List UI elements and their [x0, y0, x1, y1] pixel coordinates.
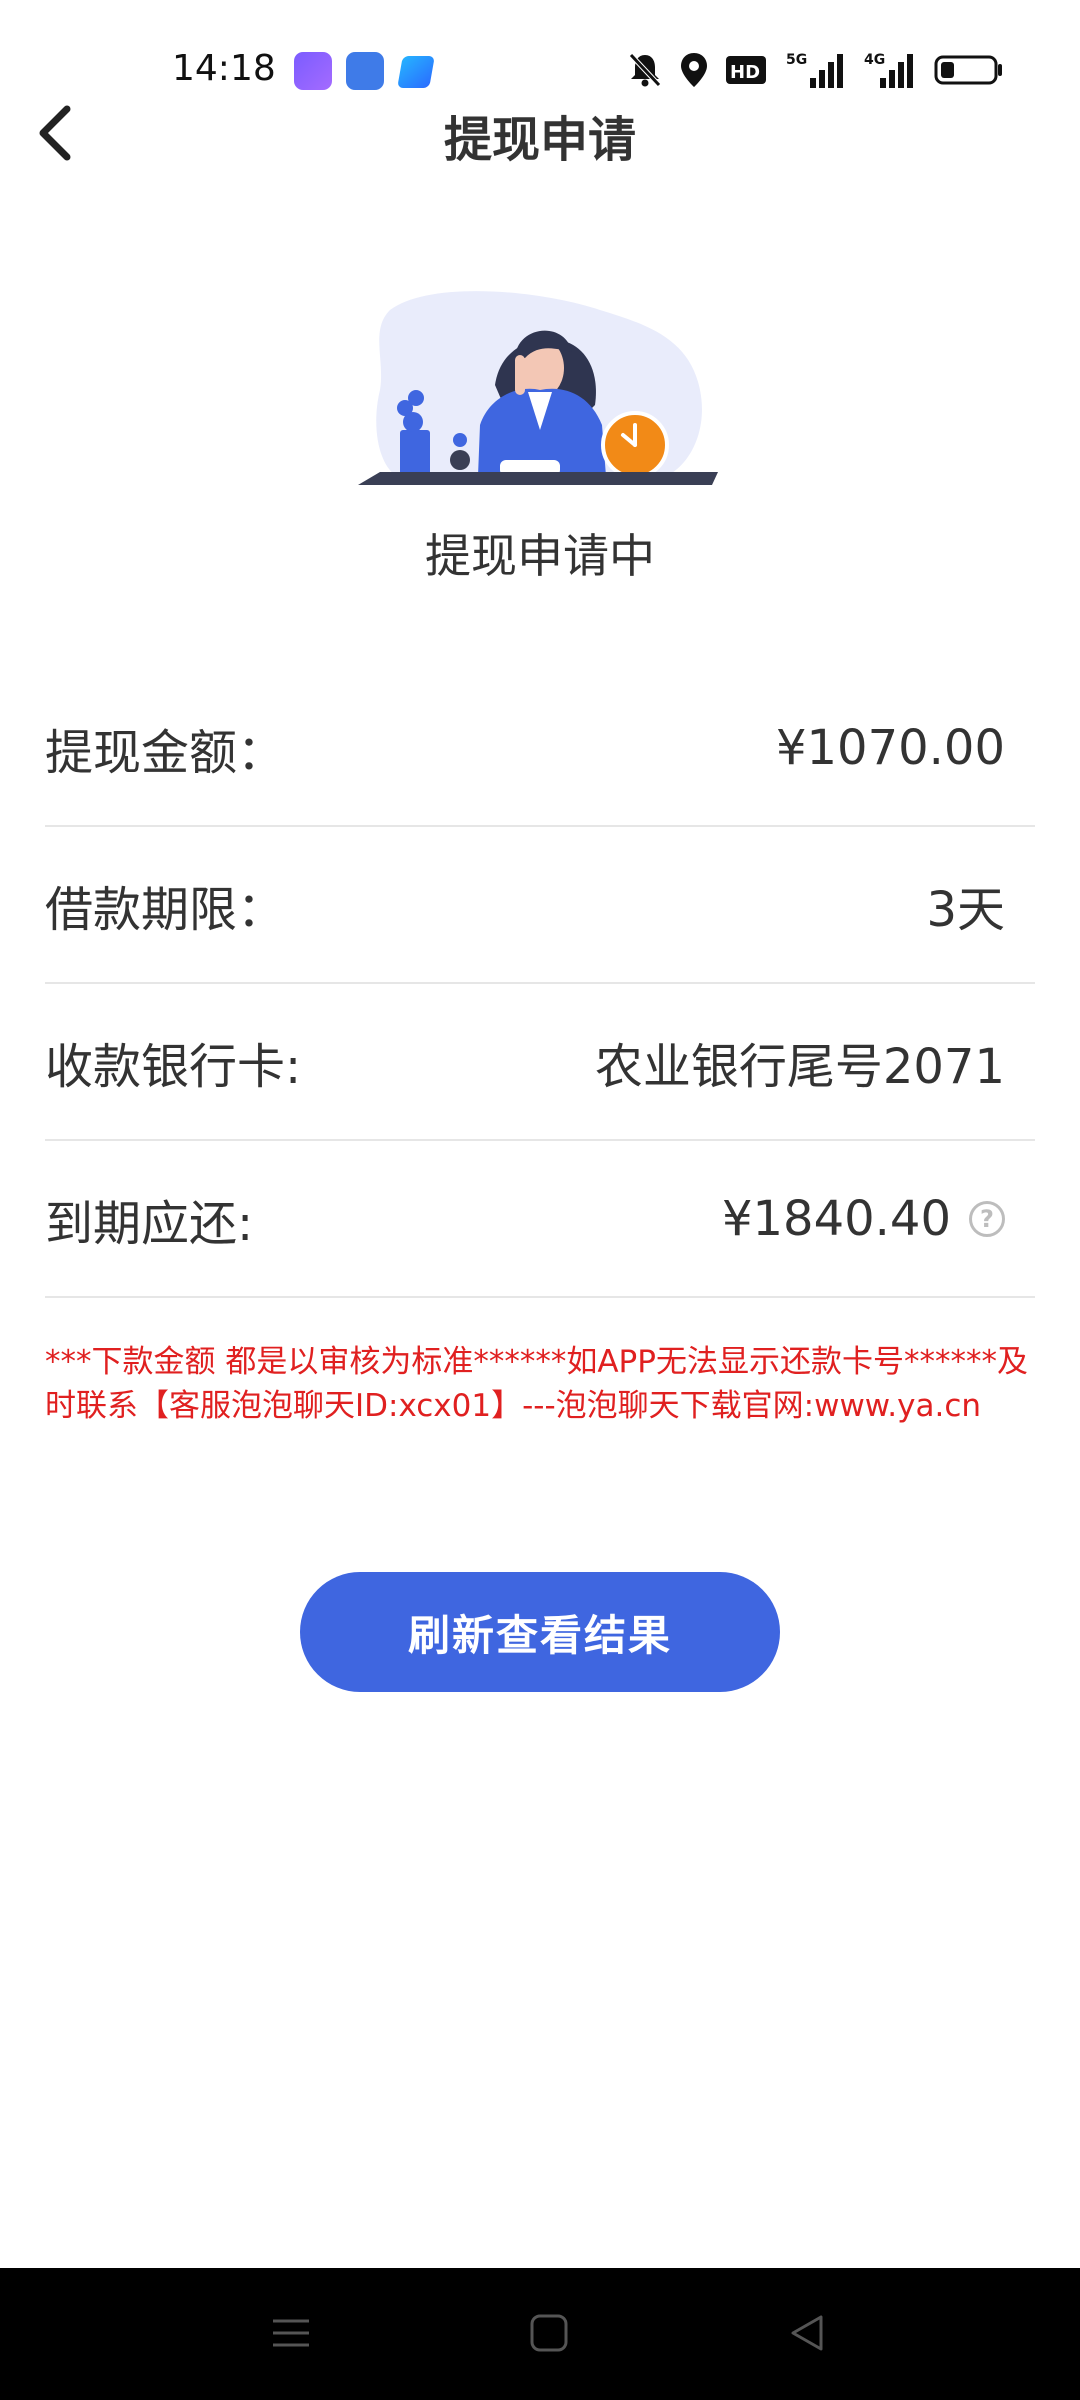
signal-5g-icon: 5G	[786, 50, 846, 90]
row-label: 提现金额：	[45, 724, 286, 781]
term-value: 3天	[926, 881, 1005, 938]
home-square-icon	[530, 2314, 568, 2352]
status-time: 14:18	[172, 48, 276, 89]
status-icons: HD 5G 4G	[628, 50, 1004, 90]
battery-icon	[934, 50, 1004, 90]
app-notification-icon	[294, 52, 332, 90]
row-label: 借款期限：	[45, 881, 286, 938]
detail-row-repayment: 到期应还: ¥1840.40 ?	[45, 1141, 1035, 1298]
svg-text:4G: 4G	[864, 52, 885, 68]
help-icon[interactable]: ?	[969, 1200, 1005, 1237]
bank-card-value: 农业银行尾号2071	[594, 1038, 1005, 1095]
status-bar: 14:18 HD 5G 4G	[0, 0, 1080, 100]
svg-text:HD: HD	[730, 62, 760, 83]
signal-4g-icon: 4G	[864, 50, 916, 90]
row-value: 3天	[926, 870, 1005, 940]
status-title: 提现申请中	[425, 529, 655, 583]
page-title: 提现申请	[443, 112, 636, 168]
notice-text: ***下款金额 都是以审核为标准******如APP无法显示还款卡号******…	[45, 1344, 1028, 1424]
chat-app-icon	[346, 52, 384, 90]
pending-illustration	[350, 280, 730, 500]
detail-row-term: 借款期限： 3天	[45, 827, 1035, 984]
detail-row-amount: 提现金额： ¥1070.00	[45, 670, 1035, 827]
menu-icon	[273, 2319, 309, 2347]
app-notification-icon-2	[397, 56, 435, 88]
hd-icon: HD	[726, 50, 768, 90]
nav-header: 提现申请	[0, 90, 1080, 180]
screen: 14:18 HD 5G 4G 提现申请 提现申请中 提现金额： ¥1070.00…	[0, 0, 1080, 2400]
menu-button[interactable]	[256, 2298, 326, 2368]
home-button[interactable]	[514, 2298, 584, 2368]
location-icon	[680, 50, 708, 90]
refresh-result-button[interactable]: 刷新查看结果	[300, 1572, 780, 1692]
repayment-value: ¥1840.40	[721, 1190, 951, 1247]
row-label: 收款银行卡:	[45, 1038, 302, 1095]
detail-list: 提现金额： ¥1070.00 借款期限： 3天 收款银行卡: 农业银行尾号207…	[45, 670, 1035, 1298]
detail-row-bank-card: 收款银行卡: 农业银行尾号2071	[45, 984, 1035, 1141]
row-value: ¥1840.40 ?	[722, 1191, 1005, 1247]
amount-value: ¥1070.00	[775, 719, 1005, 776]
row-value: ¥1070.00	[776, 720, 1005, 776]
system-nav-bar	[0, 2268, 1080, 2400]
row-value: 农业银行尾号2071	[595, 1027, 1005, 1097]
row-label: 到期应还:	[45, 1195, 254, 1252]
svg-text:5G: 5G	[786, 52, 807, 68]
mute-bell-icon	[628, 50, 662, 90]
back-triangle-icon	[791, 2315, 823, 2351]
back-nav-button[interactable]	[772, 2298, 842, 2368]
